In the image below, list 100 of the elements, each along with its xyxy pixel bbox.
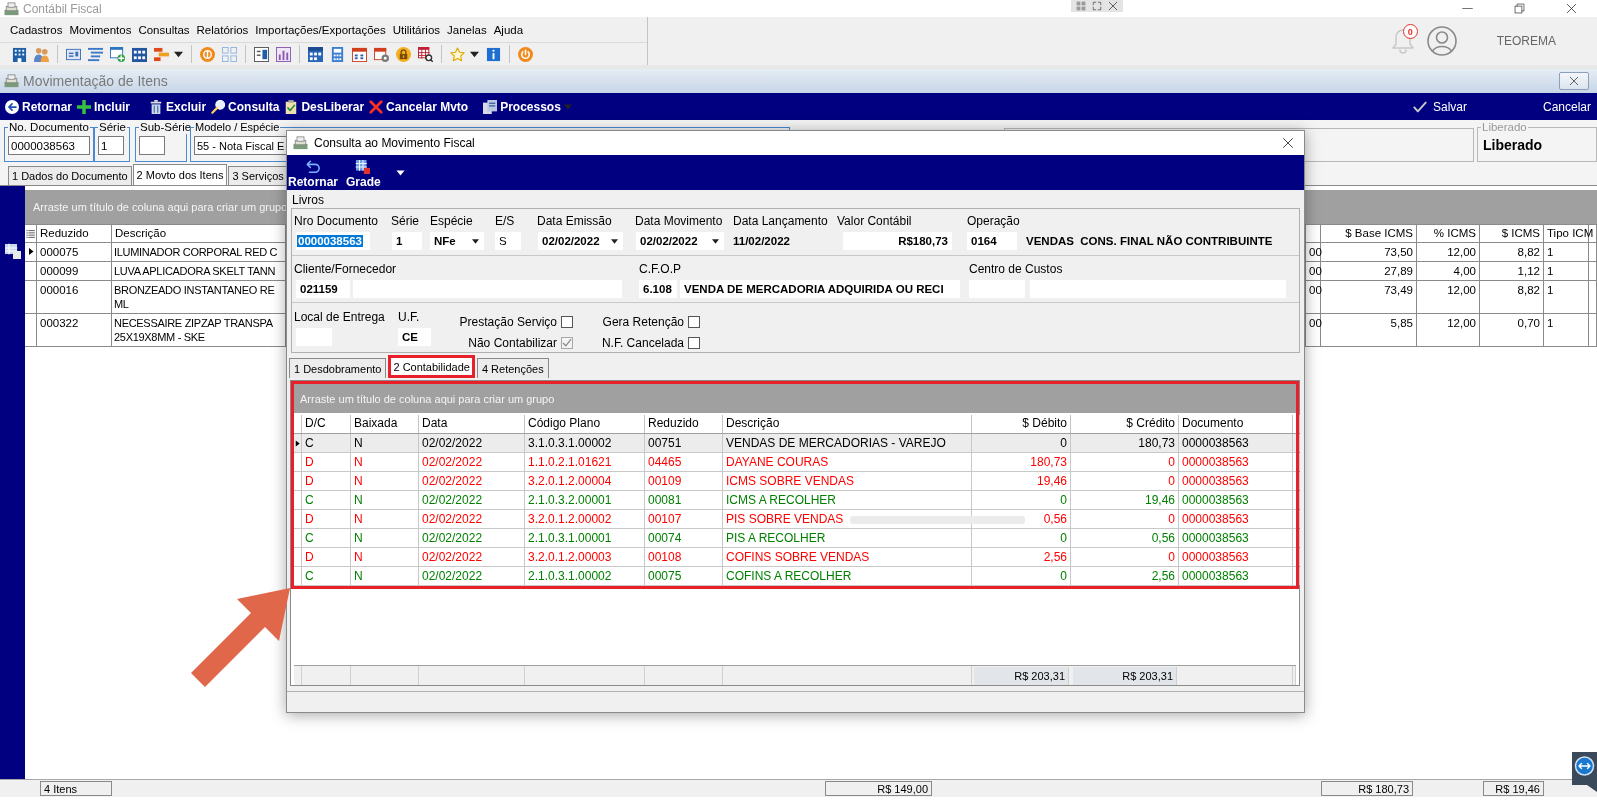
input-field[interactable]: VENDA DE MERCADORIA ADQUIRIDA OU RECI — [680, 280, 960, 298]
table-cell: 02/02/2022 — [419, 529, 525, 547]
caret-icon — [471, 237, 480, 245]
tab[interactable]: 2 Contabilidade — [388, 355, 475, 378]
dropdown-button[interactable] — [395, 169, 405, 177]
toolbar-button[interactable]: Incluir — [75, 95, 133, 118]
table-cell: 180,73 — [972, 453, 1071, 471]
column-header[interactable]: $ Base ICMS — [1321, 225, 1417, 242]
input-field[interactable]: 0000038563 — [8, 136, 90, 155]
input-field[interactable]: 0164 — [967, 232, 1017, 250]
toolbar-button[interactable]: Cancelar — [1539, 95, 1594, 118]
document-icon[interactable] — [254, 46, 269, 62]
close-icon — [1569, 76, 1579, 86]
dropdown-field[interactable]: 02/02/2022 — [636, 232, 724, 250]
column-header[interactable]: $ Crédito — [1071, 415, 1179, 433]
bars-icon[interactable] — [154, 46, 169, 62]
input-field[interactable]: 1 — [392, 232, 422, 250]
people-icon[interactable] — [34, 46, 49, 62]
grid-icon[interactable] — [1075, 1, 1087, 11]
dialog-title: Consulta ao Movimento Fiscal — [314, 136, 475, 150]
double-arrow-icon[interactable] — [1572, 752, 1597, 792]
input-field[interactable] — [139, 136, 165, 155]
toolbar-button[interactable]: Retornar — [287, 160, 339, 189]
menu-item[interactable]: Relatórios — [194, 21, 251, 38]
input-field[interactable]: CE — [398, 328, 431, 346]
table-cell: 1.1.0.2.1.01621 — [525, 453, 645, 471]
calendar-gear-icon[interactable] — [374, 46, 389, 62]
power-icon[interactable] — [518, 46, 533, 62]
calculator-icon[interactable] — [330, 46, 345, 62]
menu-item[interactable]: Ajuda — [491, 21, 526, 38]
toolbar-button[interactable]: Retornar — [3, 95, 74, 118]
expand-icon[interactable] — [1091, 1, 1103, 11]
lock-icon[interactable] — [396, 46, 411, 62]
input-field[interactable]: 021159 — [296, 280, 350, 298]
table-cell: 3.2.0.1.2.00004 — [525, 472, 645, 490]
tab[interactable]: 3 Serviços — [228, 166, 288, 185]
checkbox[interactable] — [688, 315, 700, 328]
toolbar-button[interactable]: DesLiberar — [282, 95, 367, 118]
calendar-icon[interactable] — [352, 46, 367, 62]
window-title: Movimentação de Itens — [23, 73, 168, 89]
menu-item[interactable]: Importações/Exportações — [253, 21, 388, 38]
building-icon[interactable] — [12, 46, 27, 62]
checkbox[interactable] — [688, 336, 700, 349]
column-header[interactable]: Reduzido — [37, 225, 112, 242]
column-header[interactable]: D/C — [302, 415, 351, 433]
window-plus-icon[interactable] — [110, 46, 125, 62]
input-field[interactable]: 1 — [98, 136, 124, 155]
tab[interactable]: 2 Movto dos Itens — [132, 164, 228, 185]
printer-icon — [4, 1, 19, 16]
dropdown-field[interactable]: 02/02/2022 — [538, 232, 623, 250]
input-field[interactable]: 6.108 — [639, 280, 677, 298]
card-icon[interactable] — [66, 46, 81, 62]
table-cell: 73,50 — [1321, 243, 1417, 261]
toolbar-button[interactable]: Consulta — [209, 95, 282, 118]
menu-item[interactable]: Cadastros — [8, 21, 65, 38]
toolbar-button[interactable]: Processos — [481, 95, 574, 118]
info-icon[interactable] — [486, 46, 501, 62]
calendar-icon[interactable] — [308, 46, 323, 62]
column-header[interactable]: Reduzido — [645, 415, 723, 433]
tab[interactable]: 1 Dados do Documento — [8, 166, 132, 185]
column-header[interactable]: Descrição — [723, 415, 972, 433]
toolbar-button[interactable]: Grade — [345, 160, 382, 189]
column-header[interactable]: Documento — [1179, 415, 1293, 433]
input-field[interactable]: R$180,73 — [843, 232, 952, 250]
table-icon[interactable] — [132, 46, 147, 62]
close-icon[interactable] — [1107, 1, 1119, 11]
lines-icon[interactable] — [88, 46, 103, 62]
column-header[interactable]: % ICMS — [1417, 225, 1480, 242]
table-cell: N — [351, 453, 419, 471]
caret-icon[interactable] — [174, 49, 183, 59]
tab[interactable]: 1 Desdobramento — [289, 358, 387, 378]
star-icon[interactable] — [450, 46, 465, 62]
bar-chart-icon[interactable] — [276, 46, 291, 62]
menu-item[interactable]: Consultas — [136, 21, 192, 38]
dropdown-field[interactable]: NFe — [430, 232, 484, 250]
close-button[interactable] — [1559, 72, 1589, 90]
column-header[interactable]: $ Débito — [972, 415, 1071, 433]
table-icon[interactable] — [4, 243, 21, 259]
input-field[interactable]: 0000038563 — [296, 232, 370, 250]
column-header[interactable]: Código Plano — [525, 415, 645, 433]
menu-item[interactable]: Movimentos — [67, 21, 134, 38]
toolbar-button[interactable]: Excluir — [147, 95, 209, 118]
input-field[interactable]: S — [495, 232, 521, 250]
column-header[interactable]: $ ICMS — [1480, 225, 1544, 242]
column-header[interactable]: Data — [419, 415, 525, 433]
table-cell: 3.1.0.3.1.00002 — [525, 434, 645, 452]
table-search-icon[interactable] — [418, 46, 433, 62]
column-header[interactable]: Baixada — [351, 415, 419, 433]
tab[interactable]: 4 Retenções — [476, 358, 549, 378]
checkbox[interactable] — [561, 315, 573, 328]
toolbar-button[interactable]: Salvar — [1409, 95, 1470, 118]
menu-item[interactable]: Utilitários — [390, 21, 443, 38]
menu-item[interactable]: Janelas — [445, 21, 489, 38]
toolbar-button[interactable]: Cancelar Mvto — [367, 95, 471, 118]
list-icon[interactable] — [26, 228, 35, 239]
user-icon[interactable] — [1426, 26, 1457, 56]
bell-icon[interactable] — [1390, 28, 1415, 54]
coin-icon[interactable] — [200, 46, 215, 62]
caret-icon[interactable] — [470, 49, 479, 59]
table-cell: 00081 — [645, 491, 723, 509]
